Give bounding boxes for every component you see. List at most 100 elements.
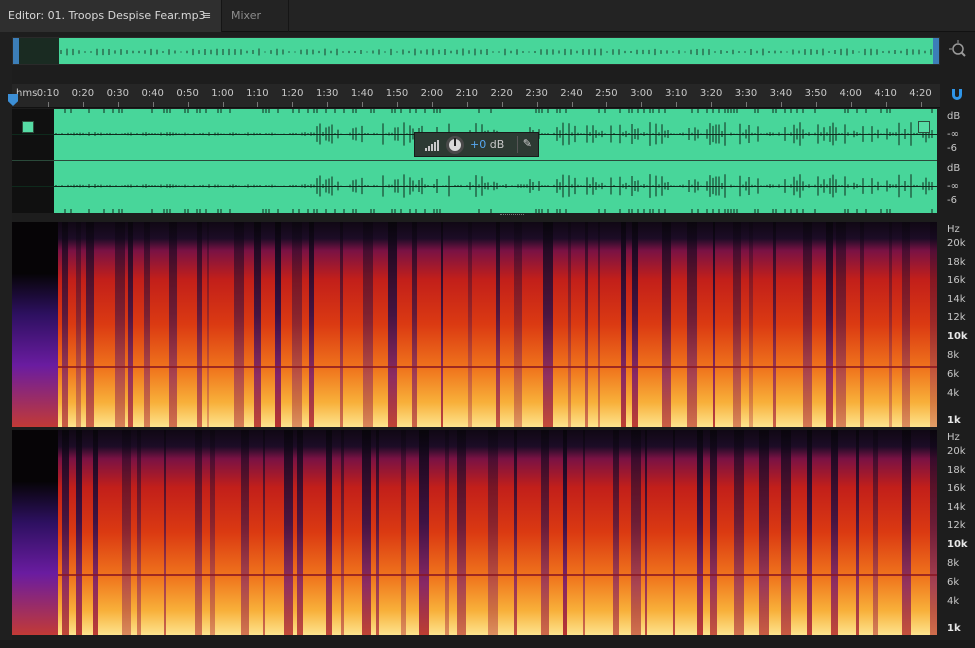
spectrogram-gap <box>496 222 500 427</box>
volume-value: +0 <box>470 138 487 151</box>
db-label-ch2: dB <box>947 163 961 174</box>
spectrogram-gap <box>76 222 81 427</box>
spectrogram-gap <box>292 222 302 427</box>
spectrogram-gap <box>860 222 864 427</box>
spectrogram-gap <box>275 222 281 427</box>
ruler-tick-mark <box>885 102 887 107</box>
ruler-tick-label: 1:40 <box>350 88 374 99</box>
editor-tab-bar: Editor: 01. Troops Despise Fear.mp3 ≡ Mi… <box>0 0 975 32</box>
fade-in-handle-icon[interactable] <box>22 121 34 133</box>
spectrogram-gap <box>543 222 553 427</box>
spectral-display-channel1[interactable] <box>12 222 937 427</box>
fade-out-handle-icon[interactable] <box>918 121 930 133</box>
spectrogram-gap <box>930 430 937 635</box>
spectrogram-gap <box>309 222 314 427</box>
spectrogram-gap <box>621 222 626 427</box>
hz-4k: 4k <box>947 388 960 399</box>
spectrogram-intro <box>12 222 58 427</box>
spectrogram-gap <box>568 222 571 427</box>
hz-scale-channel1: Hz 20k 18k 16k 14k 12k 10k 8k 6k 4k 1k <box>940 222 975 427</box>
spectrogram-band <box>58 574 937 576</box>
spectrogram-gap <box>856 430 859 635</box>
spectrogram-gap <box>697 430 703 635</box>
zoom-navigator-icon[interactable] <box>948 40 968 60</box>
spectrogram-gap <box>445 430 449 635</box>
spectrogram-gap <box>197 222 202 427</box>
spectrogram-gap <box>195 430 202 635</box>
ruler-tick-mark <box>606 102 608 107</box>
spectrogram-intro <box>12 430 58 635</box>
db-neg-inf-ch1: -∞ <box>947 129 959 140</box>
spectrogram-gap <box>234 222 244 427</box>
spectrogram-gap <box>632 222 638 427</box>
status-bar <box>0 640 975 648</box>
spectrogram-gap <box>412 222 417 427</box>
time-ruler[interactable]: hms 0:10 0:20 0:30 0:40 0:50 1:00 1:10 1:20 1:30… <box>12 84 940 108</box>
snap-magnet-icon[interactable] <box>949 87 965 103</box>
spectrogram-fill <box>12 430 937 635</box>
spectrogram-gap <box>645 430 647 635</box>
spectrogram-gap <box>598 222 600 427</box>
db-label-ch1: dB <box>947 111 961 122</box>
spectrogram-gap <box>759 430 769 635</box>
ruler-tick-mark <box>327 102 329 107</box>
hz-20k: 20k <box>947 238 966 249</box>
spectrogram-gap <box>873 430 878 635</box>
db-neg6-ch2: -6 <box>947 195 957 206</box>
hz-12k: 12k <box>947 312 966 323</box>
ruler-tick-label: 0:30 <box>106 88 130 99</box>
hamburger-menu-icon[interactable]: ≡ <box>202 0 211 32</box>
spectrogram-gap <box>773 222 776 427</box>
hud-separator <box>517 136 518 153</box>
spectrogram-gap <box>76 430 82 635</box>
ruler-tick-label: 2:40 <box>560 88 583 99</box>
pin-icon[interactable]: ✎ <box>523 137 532 150</box>
spectrogram-gap <box>401 430 406 635</box>
ruler-tick-mark <box>501 102 503 107</box>
hz-10k: 10k <box>947 539 968 550</box>
ruler-tick-mark <box>257 102 259 107</box>
ruler-tick-label: 3:50 <box>804 88 828 99</box>
hz-14k: 14k <box>947 502 966 513</box>
spectrogram-gap <box>297 430 303 635</box>
spectrogram-gap <box>363 222 373 427</box>
overview-right-handle[interactable] <box>933 38 939 64</box>
tab-mixer[interactable]: Mixer <box>223 0 289 32</box>
waveform-display[interactable] <box>12 109 937 213</box>
ruler-tick-label: 1:30 <box>315 88 339 99</box>
volume-hud[interactable]: +0 dB ✎ <box>414 132 539 157</box>
spectrogram-gap <box>836 222 846 427</box>
spectrogram-gap <box>164 430 166 635</box>
ruler-tick-label: 1:00 <box>211 88 234 99</box>
spectral-display-channel2[interactable] <box>12 430 937 635</box>
volume-readout[interactable]: +0 dB <box>470 138 504 151</box>
panel-resize-handle[interactable] <box>500 214 524 217</box>
volume-knob-icon[interactable] <box>446 136 464 154</box>
db-neg6-ch1: -6 <box>947 143 957 154</box>
spectrogram-gap <box>210 430 215 635</box>
spectrogram-gap <box>673 430 675 635</box>
ruler-tick-label: 2:00 <box>420 88 444 99</box>
ruler-tick-label: 2:10 <box>455 88 479 99</box>
ruler-tick-mark <box>676 102 678 107</box>
ruler-tick-mark <box>397 102 398 107</box>
hz-20k: 20k <box>947 446 966 457</box>
spectrogram-gap <box>169 222 177 427</box>
spectrogram-gap <box>831 430 838 635</box>
spectrogram-gap <box>662 222 671 427</box>
db-scale: dB -∞ -6 dB -∞ -6 <box>940 109 975 213</box>
ruler-tick-label: 2:30 <box>525 88 548 99</box>
tab-editor[interactable]: Editor: 01. Troops Despise Fear.mp3 <box>0 0 222 32</box>
spectrogram-gap <box>241 430 249 635</box>
spectrogram-gap <box>468 222 472 427</box>
time-unit-label: hms <box>16 88 38 99</box>
hz-14k: 14k <box>947 294 966 305</box>
spectrogram-gap <box>341 430 344 635</box>
hz-18k: 18k <box>947 257 966 268</box>
hz-unit-label: Hz <box>947 224 960 235</box>
spectrogram-gap <box>362 430 371 635</box>
overview-navigator[interactable] <box>12 37 940 65</box>
ruler-tick-mark <box>780 102 782 107</box>
spectrogram-gap <box>93 430 98 635</box>
tab-mixer-label: Mixer <box>231 9 262 22</box>
